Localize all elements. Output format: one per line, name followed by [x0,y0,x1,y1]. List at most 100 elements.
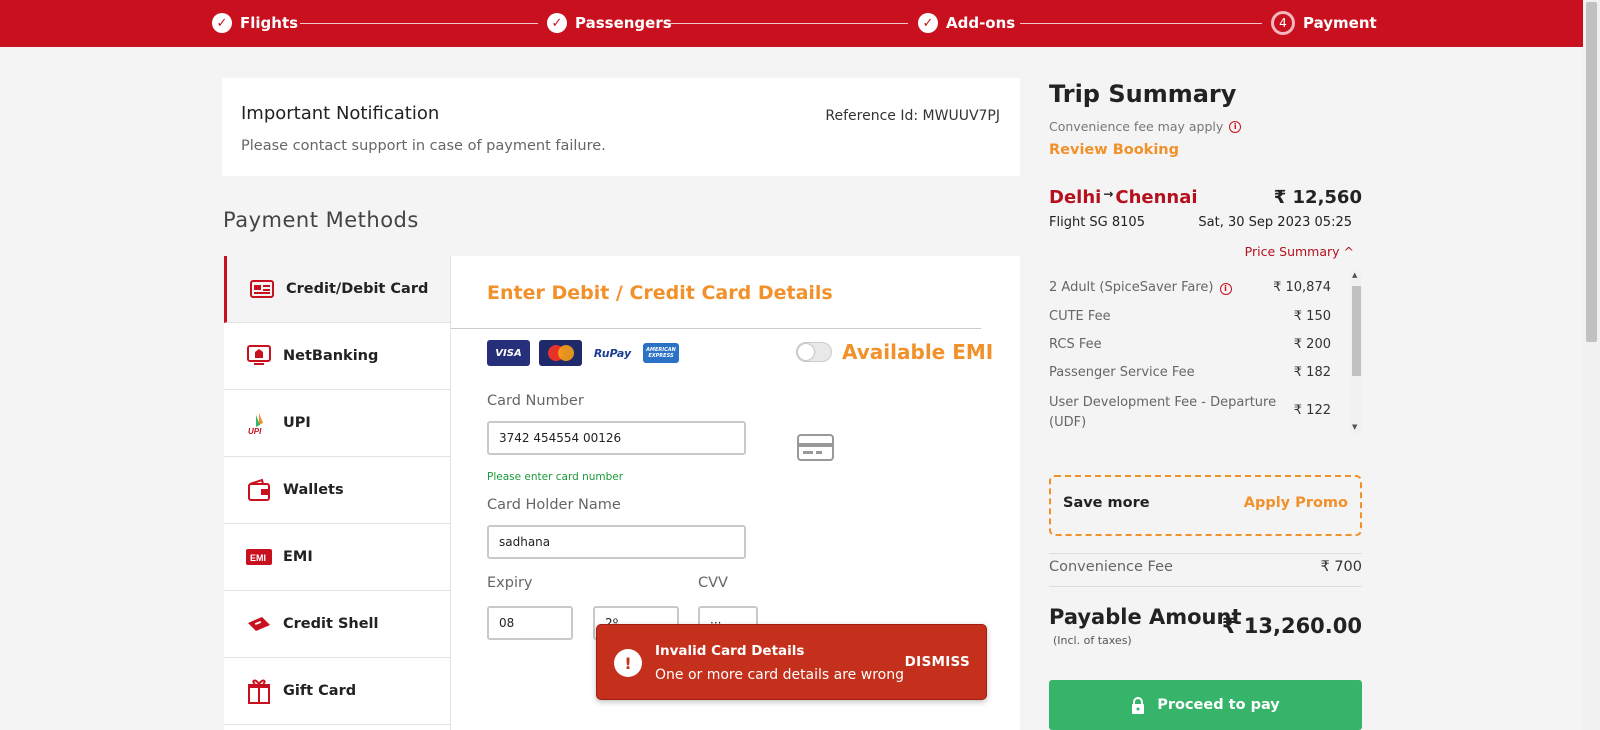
notification-title: Important Notification [241,103,440,124]
step-connector [300,23,538,24]
scrollbar-thumb[interactable] [1586,2,1597,342]
flight-number: Flight SG 8105 [1049,215,1145,230]
method-emi[interactable]: EMI EMI [224,524,450,591]
step-connector [670,23,908,24]
fee-label: 2 Adult (SpiceSaver Fare) [1049,280,1214,295]
method-upi[interactable]: UPI UPI [224,390,450,457]
method-gift-card[interactable]: Gift Card [224,658,450,725]
important-notification: Important Notification Reference Id: MWU… [222,78,1020,176]
review-booking-link[interactable]: Review Booking [1049,142,1179,158]
summary-title: Trip Summary [1049,80,1237,108]
holder-name-label: Card Holder Name [487,497,621,513]
fee-label: Passenger Service Fee [1049,365,1195,380]
error-toast: ! Invalid Card Details One or more card … [596,624,987,700]
svg-text:UPI: UPI [248,427,262,435]
proceed-to-pay-button[interactable]: Proceed to pay [1049,680,1362,730]
promo-box: Save more Apply Promo [1049,475,1362,536]
fee-label: CUTE Fee [1049,309,1111,324]
convenience-note-text: Convenience fee may apply [1049,119,1224,134]
check-icon: ✓ [918,13,938,33]
wallet-icon [246,477,272,503]
method-label: Credit Shell [283,616,379,632]
emi-toggle[interactable] [796,342,832,362]
divider [1049,553,1362,554]
toast-message: One or more card details are wrong [655,667,904,683]
emi-label: Available EMI [842,340,994,364]
payable-amount-label: Payable Amount [1049,605,1242,629]
card-number-input[interactable]: 3742 454554 00126 [487,421,746,455]
fee-row: User Development Fee - Departure (UDF) ₹… [1049,393,1331,433]
emi-icon: EMI [246,544,272,570]
fee-value: ₹ 10,874 [1273,280,1331,295]
fee-value: ₹ 150 [1293,309,1331,324]
credit-card-icon [249,276,275,302]
scroll-up-icon[interactable]: ▲ [1352,271,1357,279]
mastercard-logo [539,340,582,366]
card-network-logos: VISA RuPay AMERICAN EXPRESS [487,340,679,366]
step-label: Payment [1303,14,1377,32]
fee-label: RCS Fee [1049,337,1102,352]
svg-text:EMI: EMI [250,553,266,563]
route: Delhi → Chennai [1049,186,1198,209]
holder-name-input[interactable]: sadhana [487,525,746,559]
reference-id: Reference Id: MWUUV7PJ [825,108,1000,124]
promo-text: Save more [1063,495,1150,511]
origin-city: Delhi [1049,187,1102,208]
apply-promo-link[interactable]: Apply Promo [1244,495,1348,511]
notification-message: Please contact support in case of paymen… [241,138,606,154]
fee-value: ₹ 182 [1293,365,1331,380]
rupay-logo: RuPay [593,346,632,360]
step-flights[interactable]: ✓ Flights [212,13,298,33]
method-credit-shell[interactable]: Credit Shell [224,591,450,658]
scrollbar-thumb[interactable] [1352,286,1361,376]
convenience-fee-label: Convenience Fee [1049,559,1173,575]
method-credit-debit-card[interactable]: Credit/Debit Card [224,256,450,323]
convenience-fee-row: Convenience Fee ₹ 700 [1049,559,1362,575]
method-netbanking[interactable]: NetBanking [224,323,450,390]
check-icon: ✓ [212,13,232,33]
step-label: Passengers [575,14,672,32]
checkout-progress-bar: ✓ Flights ✓ Passengers ✓ Add-ons 4 Payme… [0,0,1583,47]
step-passengers[interactable]: ✓ Passengers [547,13,672,33]
scroll-down-icon[interactable]: ▼ [1352,423,1357,431]
fee-value: ₹ 200 [1293,337,1331,352]
expiry-month-input[interactable]: 08 [487,606,573,640]
expiry-label: Expiry [487,575,533,591]
payment-method-list: Credit/Debit Card NetBanking UPI UPI Wal… [224,256,450,730]
card-number-hint: Please enter card number [487,471,624,483]
fee-scrollbar[interactable]: ▲ ▼ [1351,271,1362,433]
info-icon[interactable]: i [1219,282,1232,295]
emi-toggle-group: Available EMI [796,340,993,364]
method-label: NetBanking [283,348,379,364]
method-label: EMI [283,549,313,565]
step-payment: 4 Payment [1271,11,1377,35]
fee-row: CUTE Fee ₹ 150 [1049,309,1331,324]
arrow-right-icon: → [1103,186,1114,201]
divider [1049,586,1362,587]
toggle-knob [798,344,814,360]
gift-icon [246,678,272,704]
toast-title: Invalid Card Details [655,643,805,659]
fee-label: User Development Fee - Departure (UDF) [1049,395,1277,430]
payable-amount-note: (Incl. of taxes) [1053,634,1132,647]
page-scrollbar[interactable] [1583,0,1600,730]
visa-logo: VISA [487,340,530,366]
fee-value: ₹ 122 [1293,403,1331,418]
step-number: 4 [1271,11,1295,35]
method-label: UPI [283,415,311,431]
fee-row: RCS Fee ₹ 200 [1049,337,1331,352]
step-addons[interactable]: ✓ Add-ons [918,13,1015,33]
info-icon[interactable]: i [1229,120,1242,133]
price-summary-toggle[interactable]: Price Summary ^ [1245,244,1354,259]
amex-logo: AMERICAN EXPRESS [643,343,679,363]
convenience-note: Convenience fee may apply i [1049,119,1242,134]
bank-icon [246,343,272,369]
check-icon: ✓ [547,13,567,33]
payment-methods-title: Payment Methods [223,208,419,232]
method-wallets[interactable]: Wallets [224,457,450,524]
convenience-fee-value: ₹ 700 [1320,559,1362,575]
destination-city: Chennai [1115,187,1198,208]
dismiss-button[interactable]: DISMISS [905,654,970,670]
divider [451,328,981,329]
credit-shell-icon [246,611,272,637]
